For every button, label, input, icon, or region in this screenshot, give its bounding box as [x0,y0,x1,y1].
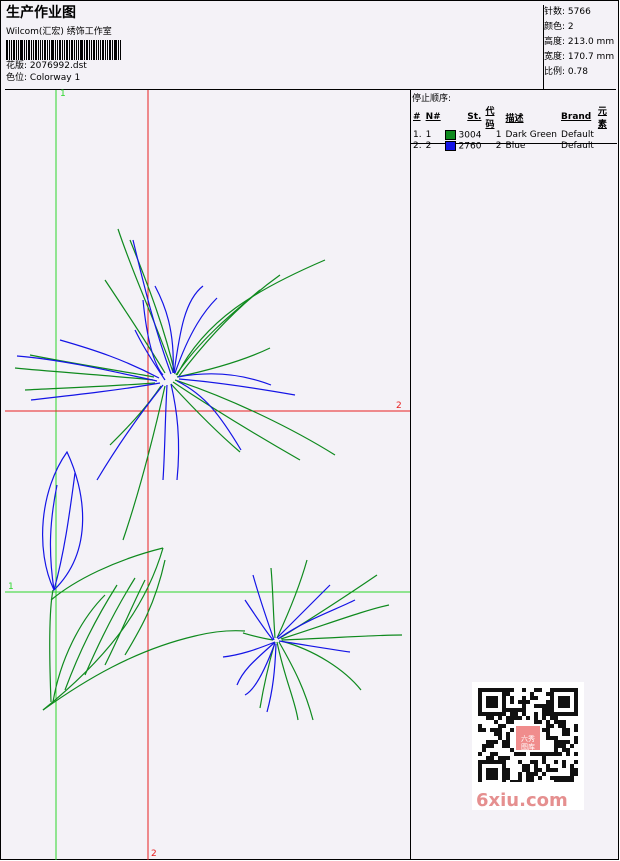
design-file-name: 2076992.dst [29,61,87,71]
embroidery-drawing [5,90,410,860]
blue-stitch-line [53,472,76,591]
design-height: 高度: 213.0 mm [544,37,615,47]
green-stitch-line [124,559,166,656]
green-stitch-line [276,641,299,721]
green-stitch-line [84,577,136,676]
blue-stitch-line [162,384,168,481]
green-stitch-line [280,640,362,691]
watermark-seal: 六秀 [521,734,535,743]
blue-stitch-line [177,373,272,386]
design-scale: 比例: 0.78 [544,67,588,77]
color-swatch-blue [444,140,456,151]
table-header-row: # N# St. 代码 描述 Brand 元素 [411,104,616,130]
color-swatch-dark-green [444,130,456,140]
table-row: 1. 1 3004 1 Dark Green Default [413,130,594,141]
blue-stitch-line [16,355,158,382]
production-worksheet: 生产作业图 Wilcom(汇宏) 绣饰工作室 花版: 2076992.dst 色… [0,0,619,860]
blue-stitch-line [30,382,161,401]
watermark-seal: 图库 [521,742,535,751]
stop-sequence-panel: 停止顺序: # N# St. 代码 描述 Brand 元素 1. 1 3004 [411,90,617,151]
header-info: 生产作业图 Wilcom(汇宏) 绣饰工作室 花版: 2076992.dst 色… [6,5,536,89]
stop-sequence-table: # N# St. 代码 描述 Brand 元素 1. 1 3004 1 Dark… [411,104,616,151]
colorway-name: Colorway 1 [29,73,81,83]
green-stitch-line [276,559,308,639]
colorway-label: 色位: [6,73,28,83]
col-index: # [413,112,421,122]
stitch-count: 针数: 5766 [544,7,591,17]
blue-stitch-line [244,599,274,641]
design-label: 花版: [6,61,28,71]
watermark-qr: 六秀 图库 6xiu.com [472,682,584,811]
col-brand: Brand [561,112,592,122]
col-description: 描述 [505,113,524,124]
qr-code-icon: 六秀图库 [478,688,578,788]
green-stitch-line [49,589,54,703]
red-guide-marker-right: 2 [396,401,402,411]
blue-stitch-line [174,297,218,374]
red-guide-marker-bottom: 2 [151,849,157,859]
col-stitches: St. [467,112,482,122]
stop-sequence-caption: 停止顺序: [412,94,452,104]
design-file-line: 花版: 2076992.dst [6,60,536,72]
blue-stitch-line [96,384,164,481]
green-stitch-line [42,547,164,711]
color-count: 颜色: 2 [544,22,574,32]
embroidery-preview: 1 1 2 2 [5,89,411,860]
green-stitch-line [175,289,261,376]
green-guide-marker-top: 1 [60,89,66,99]
company-name: Wilcom(汇宏) 绣饰工作室 [6,27,112,37]
green-stitch-line [14,367,154,381]
barcode [6,40,536,60]
blue-stitch-line [170,383,180,481]
green-stitch-line [259,641,276,709]
green-stitch-line [174,379,336,456]
blue-stitch-line [278,640,351,653]
blue-stitch-line [173,285,204,374]
table-row: 2. 2 2760 2 Blue Default [413,140,594,151]
col-code: 代码 [485,107,495,130]
green-stitch-line [270,567,276,639]
green-stitch-line [281,634,403,641]
green-stitch-line [117,228,174,373]
blue-stitch-line [252,574,275,641]
green-stitch-line [280,604,390,640]
page-title: 生产作业图 [6,5,76,21]
green-stitch-line [176,259,326,376]
col-number: N# [425,112,441,122]
green-stitch-line [104,579,146,666]
green-guide-marker-left: 1 [8,582,14,592]
blue-stitch-line [277,599,356,640]
blue-stitch-line [154,285,174,374]
green-stitch-line [178,274,281,377]
colorway-line: 色位: Colorway 1 [6,72,536,84]
design-stats: 针数: 5766 颜色: 2 高度: 213.0 mm 宽度: 170.7 mm… [543,5,618,89]
blue-stitch-line [42,450,84,592]
design-width: 宽度: 170.7 mm [544,52,615,62]
col-element: 元素 [597,107,607,130]
green-stitch-line [64,584,118,691]
watermark-site: 6xiu.com [476,790,568,811]
